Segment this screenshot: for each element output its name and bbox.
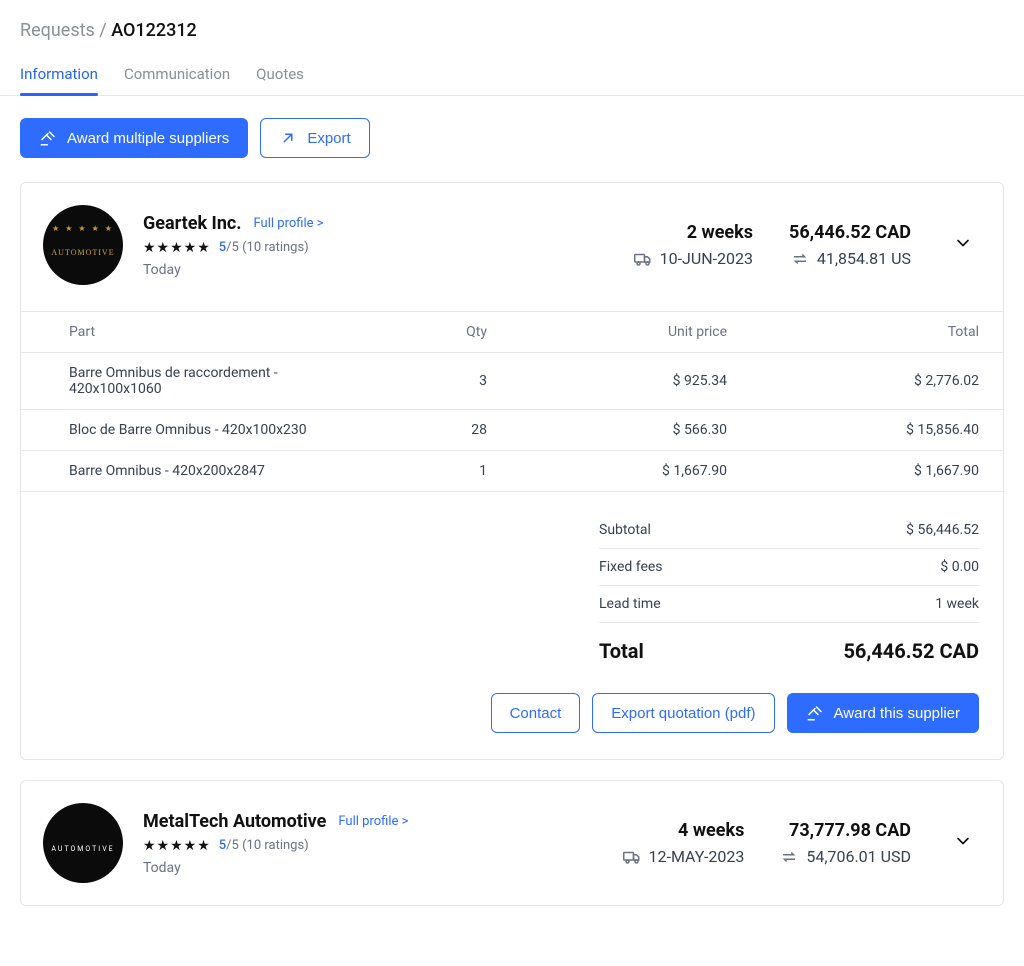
cell-unit: $ 566.30 bbox=[501, 410, 741, 451]
tab-communication[interactable]: Communication bbox=[124, 55, 230, 95]
rating-of: /5 bbox=[226, 240, 239, 255]
export-quotation-button[interactable]: Export quotation (pdf) bbox=[592, 693, 774, 733]
cell-total: $ 2,776.02 bbox=[741, 353, 1003, 410]
summary-lead-label: Lead time bbox=[599, 596, 661, 612]
supplier-name: Geartek Inc. bbox=[143, 213, 242, 234]
summary-fees-value: $ 0.00 bbox=[940, 559, 979, 575]
supplier-card: ★ ★ ★ ★ ★ AUTOMOTIVE Geartek Inc. Full p… bbox=[20, 182, 1004, 760]
summary-total-label: Total bbox=[599, 639, 644, 663]
supplier-header: ★ ★ ★ ★ ★ AUTOMOTIVE Geartek Inc. Full p… bbox=[21, 183, 1003, 307]
summary-total-value: 56,446.52 CAD bbox=[843, 639, 979, 663]
cell-qty: 1 bbox=[381, 451, 501, 492]
cell-part: Bloc de Barre Omnibus - 420x100x230 bbox=[21, 410, 381, 451]
arrow-up-right-icon bbox=[279, 129, 297, 147]
star-icon: ★★★★★ bbox=[143, 240, 211, 256]
delivery-date: 10-JUN-2023 bbox=[660, 249, 753, 268]
supplier-actions: Contact Export quotation (pdf) Award thi… bbox=[21, 671, 1003, 759]
collapse-toggle[interactable] bbox=[947, 825, 979, 861]
gavel-icon bbox=[39, 129, 57, 147]
col-header-unit: Unit price bbox=[501, 312, 741, 353]
table-row: Barre Omnibus - 420x200x2847 1 $ 1,667.9… bbox=[21, 451, 1003, 492]
exchange-icon bbox=[791, 250, 809, 268]
table-row: Barre Omnibus de raccordement - 420x100x… bbox=[21, 353, 1003, 410]
gavel-icon bbox=[806, 704, 824, 722]
lead-time: 2 weeks bbox=[687, 222, 753, 243]
truck-icon bbox=[623, 848, 641, 866]
chevron-down-icon bbox=[953, 831, 973, 851]
rating: ★★★★★ 5/5 (10 ratings) bbox=[143, 240, 614, 256]
export-quotation-label: Export quotation (pdf) bbox=[611, 705, 755, 722]
full-profile-link[interactable]: Full profile > bbox=[254, 216, 324, 231]
chevron-down-icon bbox=[953, 233, 973, 253]
quote-summary: Subtotal $ 56,446.52 Fixed fees $ 0.00 L… bbox=[21, 492, 1003, 671]
award-supplier-label: Award this supplier bbox=[834, 705, 960, 722]
rating: ★★★★★ 5/5 (10 ratings) bbox=[143, 838, 603, 854]
cell-unit: $ 1,667.90 bbox=[501, 451, 741, 492]
quote-date: Today bbox=[143, 860, 603, 876]
tab-quotes[interactable]: Quotes bbox=[256, 55, 304, 95]
supplier-header: AUTOMOTIVE MetalTech Automotive Full pro… bbox=[21, 781, 1003, 905]
col-header-total: Total bbox=[741, 312, 1003, 353]
exchange-icon bbox=[780, 848, 798, 866]
export-label: Export bbox=[307, 130, 350, 147]
truck-icon bbox=[634, 250, 652, 268]
summary-fees-label: Fixed fees bbox=[599, 559, 663, 575]
avatar-stars-icon: ★ ★ ★ ★ ★ bbox=[52, 225, 114, 233]
cell-total: $ 1,667.90 bbox=[741, 451, 1003, 492]
tab-information[interactable]: Information bbox=[20, 55, 98, 95]
breadcrumb-separator: / bbox=[99, 20, 111, 41]
avatar-brand-text: AUTOMOTIVE bbox=[51, 249, 114, 257]
rating-count: (10 ratings) bbox=[242, 838, 309, 853]
parts-table: Part Qty Unit price Total Barre Omnibus … bbox=[21, 311, 1003, 492]
quote-price: 56,446.52 CAD bbox=[789, 222, 911, 243]
collapse-toggle[interactable] bbox=[947, 227, 979, 263]
rating-count: (10 ratings) bbox=[242, 240, 309, 255]
breadcrumb-id: AO122312 bbox=[111, 20, 197, 41]
supplier-avatar: AUTOMOTIVE bbox=[43, 803, 123, 883]
cell-part: Barre Omnibus de raccordement - 420x100x… bbox=[21, 353, 381, 410]
contact-button[interactable]: Contact bbox=[491, 693, 581, 733]
quote-price-alt: 41,854.81 US bbox=[817, 249, 911, 268]
quote-date: Today bbox=[143, 262, 614, 278]
award-multiple-label: Award multiple suppliers bbox=[67, 130, 229, 147]
cell-unit: $ 925.34 bbox=[501, 353, 741, 410]
col-header-qty: Qty bbox=[381, 312, 501, 353]
tab-bar: Information Communication Quotes bbox=[0, 55, 1024, 96]
cell-qty: 3 bbox=[381, 353, 501, 410]
summary-subtotal-value: $ 56,446.52 bbox=[906, 522, 979, 538]
quote-price-alt: 54,706.01 USD bbox=[806, 847, 911, 866]
summary-lead-value: 1 week bbox=[935, 596, 979, 612]
col-header-part: Part bbox=[21, 312, 381, 353]
lead-time: 4 weeks bbox=[678, 820, 744, 841]
supplier-avatar: ★ ★ ★ ★ ★ AUTOMOTIVE bbox=[43, 205, 123, 285]
quote-price: 73,777.98 CAD bbox=[789, 820, 911, 841]
breadcrumb: Requests / AO122312 bbox=[0, 20, 1024, 55]
delivery-date: 12-MAY-2023 bbox=[649, 847, 745, 866]
export-button[interactable]: Export bbox=[260, 118, 369, 158]
cell-qty: 28 bbox=[381, 410, 501, 451]
star-icon: ★★★★★ bbox=[143, 838, 211, 854]
award-multiple-button[interactable]: Award multiple suppliers bbox=[20, 118, 248, 158]
summary-subtotal-label: Subtotal bbox=[599, 522, 651, 538]
toolbar: Award multiple suppliers Export bbox=[0, 96, 1024, 182]
contact-label: Contact bbox=[510, 705, 562, 722]
table-row: Bloc de Barre Omnibus - 420x100x230 28 $… bbox=[21, 410, 1003, 451]
cell-total: $ 15,856.40 bbox=[741, 410, 1003, 451]
rating-of: /5 bbox=[226, 838, 239, 853]
award-supplier-button[interactable]: Award this supplier bbox=[787, 693, 979, 733]
breadcrumb-root[interactable]: Requests bbox=[20, 20, 95, 41]
cell-part: Barre Omnibus - 420x200x2847 bbox=[21, 451, 381, 492]
supplier-card: AUTOMOTIVE MetalTech Automotive Full pro… bbox=[20, 780, 1004, 906]
avatar-brand-text: AUTOMOTIVE bbox=[51, 846, 114, 853]
full-profile-link[interactable]: Full profile > bbox=[338, 814, 408, 829]
supplier-name: MetalTech Automotive bbox=[143, 811, 326, 832]
